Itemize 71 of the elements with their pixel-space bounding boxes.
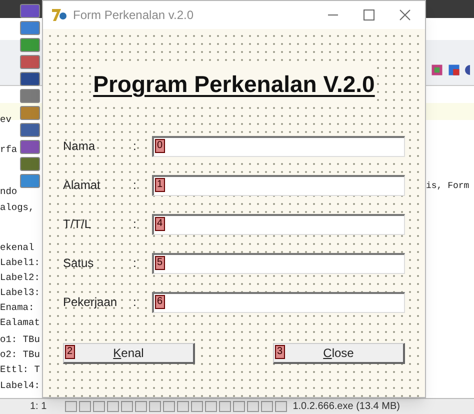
status-icon[interactable] — [176, 401, 189, 412]
status-icon[interactable] — [218, 401, 231, 412]
code-line: is, Form — [426, 180, 470, 192]
input-field[interactable]: 0 — [152, 136, 405, 156]
palette-icon[interactable] — [20, 89, 40, 103]
maximize-icon[interactable] — [363, 9, 375, 21]
tab-order-badge: 2 — [65, 344, 75, 358]
colon: : — [133, 216, 138, 233]
status-position: 1: 1 — [30, 400, 47, 414]
field-label: Alamat — [63, 177, 102, 194]
push-button[interactable]: 3 Close — [273, 342, 405, 364]
field-label: Satus — [63, 255, 95, 272]
tab-order-badge: 1 — [155, 178, 165, 192]
colon: : — [133, 177, 138, 194]
tab-order-badge: 0 — [155, 138, 165, 152]
code-line: Ealamat — [0, 317, 40, 329]
palette-icon[interactable] — [20, 72, 40, 86]
code-line: o1: TBu — [0, 334, 40, 346]
status-icon[interactable] — [246, 401, 259, 412]
code-line: alogs, — [0, 202, 34, 214]
input-field[interactable]: 1 — [152, 174, 405, 196]
status-icon[interactable] — [274, 401, 287, 412]
colon: : — [133, 255, 138, 272]
tab-order-badge: 6 — [155, 294, 165, 308]
window-title: Form Perkenalan v.2.0 — [73, 7, 194, 24]
status-icon[interactable] — [106, 401, 119, 412]
input-field[interactable]: 6 — [152, 292, 405, 312]
code-line: ev — [0, 114, 12, 126]
status-icon[interactable] — [190, 401, 203, 412]
code-line: Enama: — [0, 302, 34, 314]
code-line: ndo — [0, 186, 18, 198]
status-file: 1.0.2.666.exe (13.4 MB) — [292, 400, 400, 414]
palette-icon[interactable] — [20, 21, 40, 35]
code-line: rfa — [0, 144, 18, 156]
palette-icon[interactable] — [20, 55, 40, 69]
palette-icon[interactable] — [20, 4, 40, 18]
field-label: T/T/L — [63, 216, 92, 233]
input-field[interactable]: 5 — [152, 252, 405, 274]
code-line: Label2: — [0, 272, 40, 284]
code-line: o2: TBu — [0, 349, 40, 361]
status-icon[interactable] — [120, 401, 133, 412]
toolbar-icon[interactable] — [464, 62, 470, 78]
status-icon[interactable] — [92, 401, 105, 412]
code-line: Label1: — [0, 257, 40, 269]
input-field[interactable]: 4 — [152, 214, 405, 234]
field-label: Pekerjaan — [63, 294, 118, 311]
colon: : — [133, 138, 138, 155]
colon: : — [133, 294, 138, 311]
code-line: ekenal — [0, 242, 34, 254]
status-icon[interactable] — [162, 401, 175, 412]
status-icon[interactable] — [78, 401, 91, 412]
tab-order-badge: 4 — [155, 216, 165, 230]
tab-order-badge: 5 — [155, 256, 165, 270]
palette-icon[interactable] — [20, 157, 40, 171]
status-icon[interactable] — [148, 401, 161, 412]
field-label: Nama — [63, 138, 96, 155]
status-icon[interactable] — [64, 401, 77, 412]
code-line: Label3: — [0, 287, 40, 299]
status-icon[interactable] — [134, 401, 147, 412]
close-icon[interactable] — [399, 9, 411, 21]
palette-icon[interactable] — [20, 140, 40, 154]
palette-icon[interactable] — [20, 123, 40, 137]
code-line: Ettl: T — [0, 364, 40, 376]
push-button[interactable]: 2 Kenal — [63, 342, 195, 364]
code-line: Label4: — [0, 380, 40, 392]
form-heading: Program Perkenalan V.2.0 — [93, 67, 375, 102]
status-icon[interactable] — [260, 401, 273, 412]
tab-order-badge: 3 — [275, 344, 285, 358]
app-icon — [51, 7, 67, 23]
status-icon[interactable] — [232, 401, 245, 412]
status-icon[interactable] — [204, 401, 217, 412]
